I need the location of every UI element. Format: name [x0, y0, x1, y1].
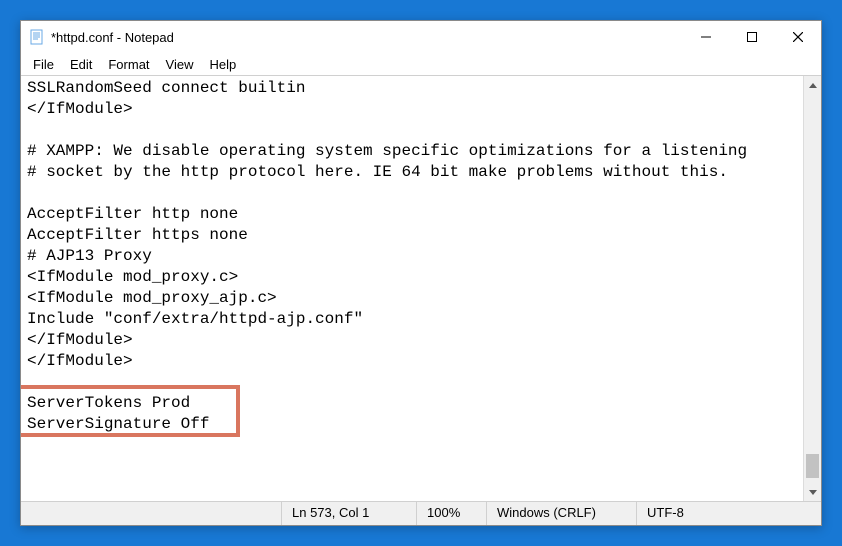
text-editor[interactable]: SSLRandomSeed connect builtin </IfModule…: [21, 76, 803, 501]
menu-format[interactable]: Format: [100, 55, 157, 74]
status-zoom: 100%: [416, 502, 486, 525]
minimize-icon: [701, 32, 711, 42]
minimize-button[interactable]: [683, 21, 729, 53]
status-empty: [21, 502, 281, 525]
status-encoding: UTF-8: [636, 502, 821, 525]
menu-file[interactable]: File: [25, 55, 62, 74]
notepad-icon: [29, 29, 45, 45]
menubar: File Edit Format View Help: [21, 53, 821, 75]
scroll-down-button[interactable]: [804, 483, 821, 501]
editor-area: SSLRandomSeed connect builtin </IfModule…: [21, 75, 821, 501]
close-icon: [793, 32, 803, 42]
status-line-ending: Windows (CRLF): [486, 502, 636, 525]
titlebar[interactable]: *httpd.conf - Notepad: [21, 21, 821, 53]
window-title: *httpd.conf - Notepad: [51, 30, 174, 45]
menu-view[interactable]: View: [158, 55, 202, 74]
menu-edit[interactable]: Edit: [62, 55, 100, 74]
menu-help[interactable]: Help: [201, 55, 244, 74]
vertical-scrollbar[interactable]: [803, 76, 821, 501]
close-button[interactable]: [775, 21, 821, 53]
statusbar: Ln 573, Col 1 100% Windows (CRLF) UTF-8: [21, 501, 821, 525]
maximize-icon: [747, 32, 757, 42]
chevron-up-icon: [809, 83, 817, 88]
status-position: Ln 573, Col 1: [281, 502, 416, 525]
scroll-thumb[interactable]: [806, 454, 819, 478]
chevron-down-icon: [809, 490, 817, 495]
notepad-window: *httpd.conf - Notepad File Edit Format V…: [20, 20, 822, 526]
scroll-up-button[interactable]: [804, 76, 821, 94]
desktop-background: *httpd.conf - Notepad File Edit Format V…: [0, 0, 842, 546]
maximize-button[interactable]: [729, 21, 775, 53]
